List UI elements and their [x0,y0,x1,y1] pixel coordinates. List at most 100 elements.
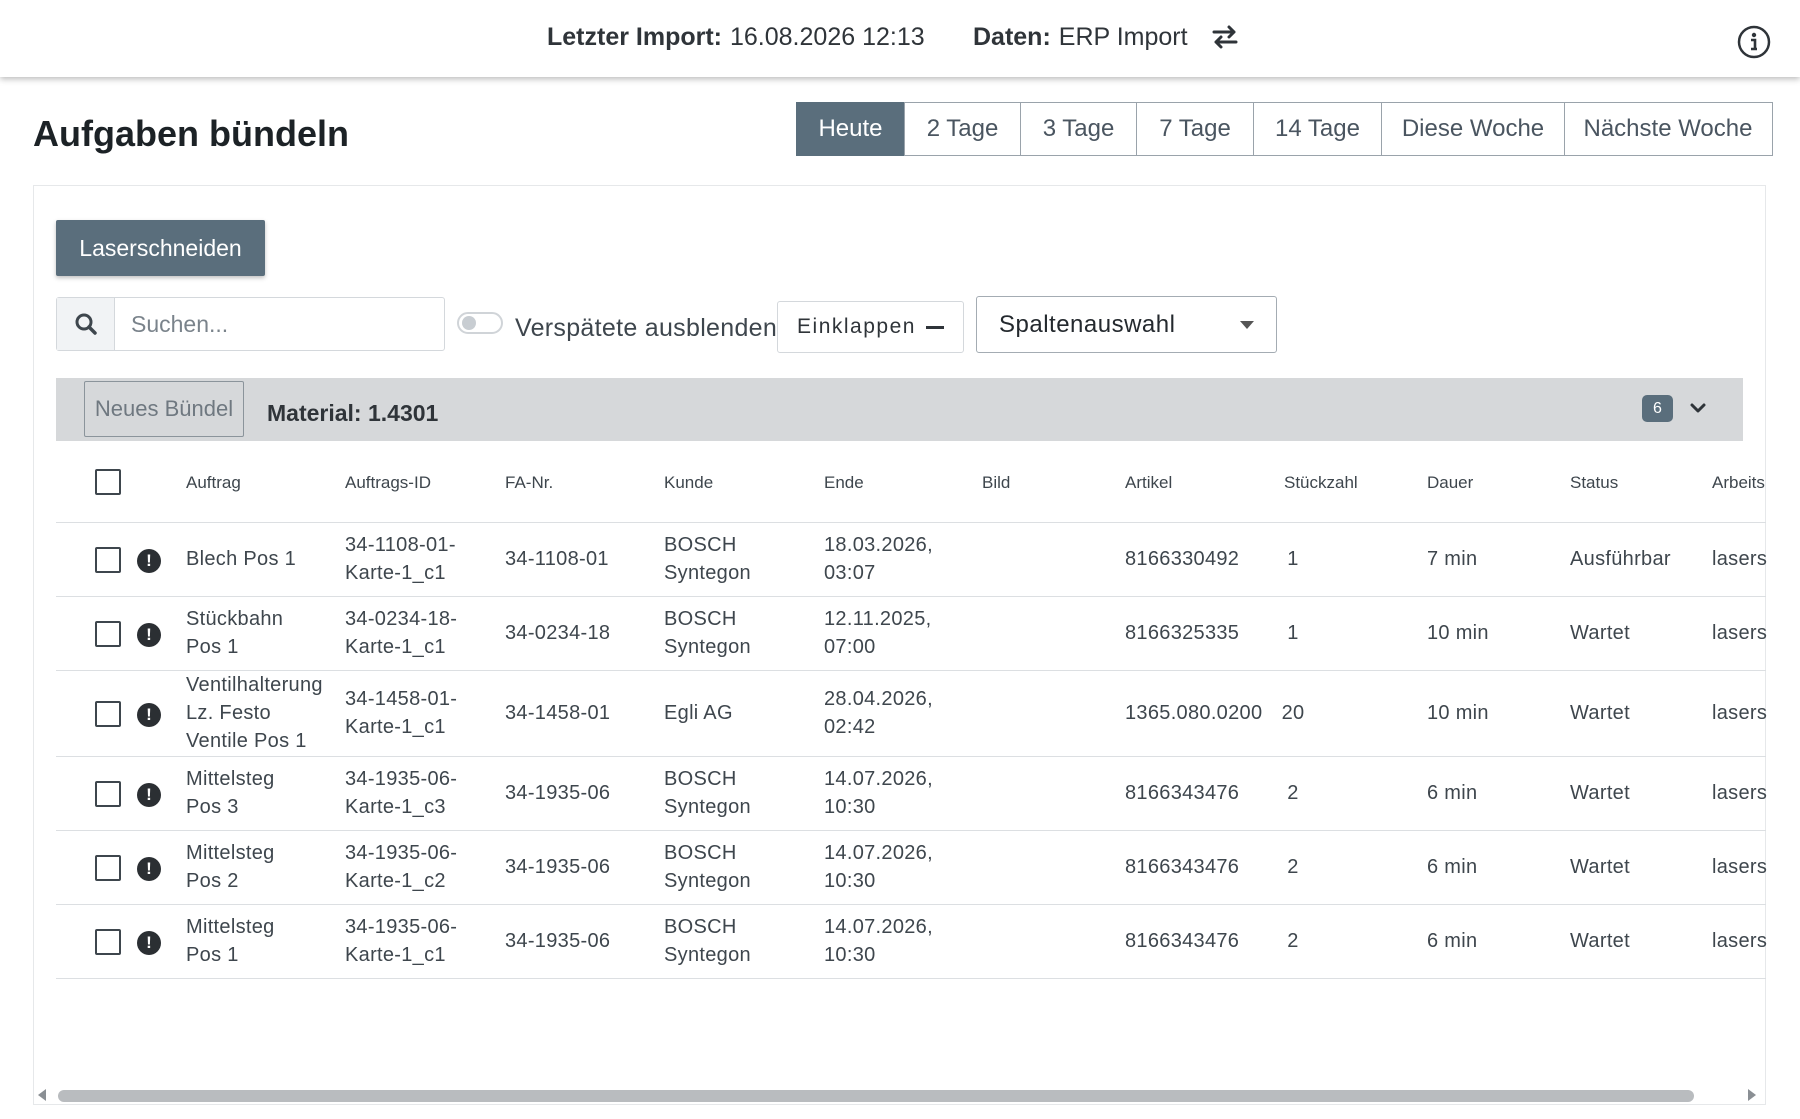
cell-arbeits: lasers [1712,619,1767,647]
column-select[interactable]: Spaltenauswahl [976,296,1277,353]
cell-line: Wartet [1570,782,1630,804]
tab-14-tage[interactable]: 14 Tage [1252,102,1383,156]
tab-2-tage[interactable]: 2 Tage [904,102,1021,156]
cell-line: Syntegon [664,944,751,966]
cell-line: Pos 2 [186,870,239,892]
cell-stueckzahl: 2 [1273,853,1313,881]
search-input[interactable] [115,298,444,350]
row-checkbox[interactable] [95,547,121,573]
col-status[interactable]: Status [1570,473,1618,493]
cell-line: 1 [1287,622,1299,644]
cell-dauer: 6 min [1427,927,1477,955]
cell-line: lasers [1712,622,1768,644]
tab-3-tage[interactable]: 3 Tage [1019,102,1138,156]
row-checkbox[interactable] [95,855,121,881]
cell-ende: 14.07.2026, 10:30 [824,913,933,969]
table-row[interactable]: ! Blech Pos 1 34-1108-01- Karte-1_c1 34-1108… [56,523,1768,597]
scrollbar-thumb[interactable] [58,1090,1694,1102]
row-checkbox[interactable] [95,781,121,807]
laserschneiden-button[interactable]: Laserschneiden [56,220,265,276]
col-bild[interactable]: Bild [982,473,1010,493]
table-row[interactable]: ! Mittelsteg Pos 2 34-1935-06- Karte-1_c2 34-… [56,831,1768,905]
cell-line: Egli AG [664,702,733,724]
cell-ende: 12.11.2025, 07:00 [824,605,931,661]
collapse-button[interactable]: Einklappen [777,301,964,353]
cell-status: Ausführbar [1570,545,1671,573]
cell-line: Ausführbar [1570,548,1671,570]
cell-stueckzahl: 2 [1273,927,1313,955]
cell-line: Karte-1_c2 [345,870,446,892]
warning-icon: ! [137,931,161,955]
cell-dauer: 10 min [1427,619,1489,647]
info-icon[interactable] [1737,25,1771,59]
col-ende[interactable]: Ende [824,473,864,493]
cell-line: lasers [1712,782,1768,804]
cell-arbeits: lasers [1712,699,1767,727]
time-range-tabs: Heute 2 Tage 3 Tage 7 Tage 14 Tage Diese… [795,102,1773,156]
cell-line: Syntegon [664,636,751,658]
table-row[interactable]: ! Stückbahn Pos 1 34-0234-18- Karte-1_c1 34-0… [56,597,1767,671]
cell-artikel: 8166330492 [1125,545,1239,573]
table-row[interactable]: ! Ventilhalterung Lz. Festo Ventile Pos 1 34… [56,671,1767,757]
cell-auftrags-id: 34-1935-06- Karte-1_c2 [345,839,457,895]
col-artikel[interactable]: Artikel [1125,473,1172,493]
cell-fa-nr: 34-0234-18 [505,619,610,647]
chevron-down-icon[interactable] [1688,398,1708,418]
cell-auftrag: Mittelsteg Pos 1 [186,913,275,969]
scroll-left-icon[interactable] [38,1089,46,1101]
new-bundle-button[interactable]: Neues Bündel [84,381,244,437]
cell-line: Syntegon [664,562,751,584]
cell-kunde: BOSCH Syntegon [664,605,751,661]
swap-arrows-icon[interactable] [1210,22,1240,52]
tab-naechste-woche[interactable]: Nächste Woche [1563,102,1773,156]
cell-line: lasers [1712,702,1768,724]
tab-7-tage[interactable]: 7 Tage [1136,102,1254,156]
toggle-knob [462,316,476,330]
col-stueckzahl[interactable]: Stückzahl [1284,473,1358,493]
cell-auftrag: Blech Pos 1 [186,545,296,573]
warning-icon: ! [137,549,161,573]
cell-line: Stückbahn [186,608,284,630]
cell-line: lasers [1712,856,1768,878]
cell-artikel: 1365.080.0200 [1125,699,1262,727]
material-label: Material: 1.4301 [267,400,439,426]
col-kunde[interactable]: Kunde [664,473,713,493]
scroll-right-icon[interactable] [1748,1089,1756,1101]
col-auftrags-id[interactable]: Auftrags-ID [345,473,431,493]
cell-line: BOSCH [664,608,737,630]
cell-line: 02:42 [824,716,876,738]
cell-line: 18.03.2026, [824,534,933,556]
horizontal-scrollbar[interactable] [38,1087,1756,1103]
cell-line: 14.07.2026, [824,916,933,938]
cell-line: Karte-1_c3 [345,796,446,818]
cell-line: Mittelsteg [186,916,275,938]
row-checkbox[interactable] [95,929,121,955]
select-all-checkbox[interactable] [95,469,121,495]
late-toggle[interactable] [457,312,503,334]
cell-kunde: BOSCH Syntegon [664,531,751,587]
cell-line: 34-1935-06- [345,842,458,864]
cell-line: 03:07 [824,562,876,584]
cell-line: 10 min [1427,702,1489,724]
row-checkbox[interactable] [95,621,121,647]
row-checkbox[interactable] [95,701,121,727]
cell-auftrags-id: 34-1458-01- Karte-1_c1 [345,685,457,741]
cell-line: 34-0234-18- [345,608,458,630]
cell-line: 14.07.2026, [824,842,933,864]
cell-line: Wartet [1570,622,1630,644]
cell-line: 1365.080.0200 [1125,702,1263,724]
col-fa-nr[interactable]: FA-Nr. [505,473,553,493]
cell-line: 8166343476 [1125,930,1240,952]
cell-line: 2 [1287,782,1299,804]
table-row[interactable]: ! Mittelsteg Pos 3 34-1935-06- Karte-1_c3 34-… [56,757,1768,831]
cell-line: lasers [1712,548,1768,570]
cell-ende: 18.03.2026, 03:07 [824,531,933,587]
cell-line: 6 min [1427,856,1478,878]
tab-heute[interactable]: Heute [795,102,906,156]
col-dauer[interactable]: Dauer [1427,473,1473,493]
cell-artikel: 8166343476 [1125,927,1239,955]
tab-diese-woche[interactable]: Diese Woche [1381,102,1565,156]
col-arbeits[interactable]: Arbeits [1712,473,1765,493]
col-auftrag[interactable]: Auftrag [186,473,241,493]
table-row[interactable]: ! Mittelsteg Pos 1 34-1935-06- Karte-1_c1 34-… [56,905,1767,979]
